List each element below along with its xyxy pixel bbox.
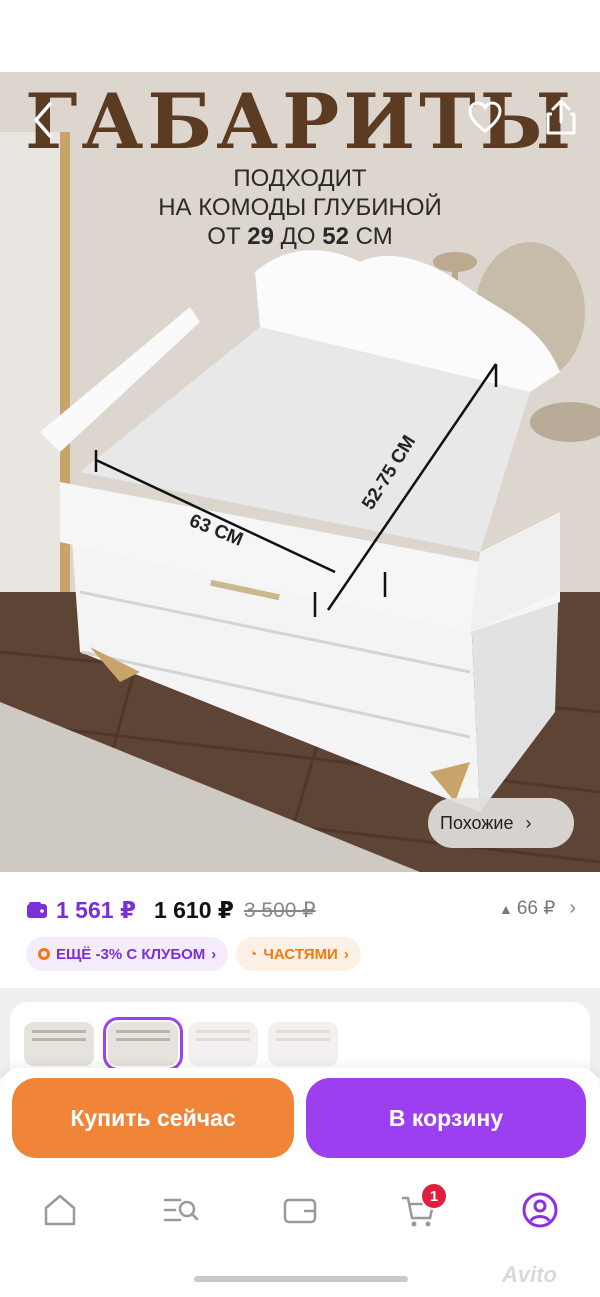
club-icon: [38, 948, 50, 960]
old-price: 3 500 ₽: [243, 898, 316, 922]
home-icon[interactable]: [40, 1190, 80, 1230]
profile-icon[interactable]: [520, 1190, 560, 1230]
hero-subtitle: ПОДХОДИТ НА КОМОДЫ ГЛУБИНОЙ ОТ 29 ДО 52 …: [0, 164, 600, 251]
current-price: 1 610 ₽: [153, 896, 234, 923]
promo-badges: ЕЩЁ -3% С КЛУБОМ › ◔ ЧАСТЯМИ ›: [26, 937, 361, 971]
chevron-right-icon: ›: [343, 945, 349, 963]
wallet-icon: [27, 902, 47, 918]
triangle-up-icon: ▲: [498, 900, 513, 917]
product-image-gallery[interactable]: ГАБАРИТЫ ПОДХОДИТ НА КОМОДЫ ГЛУБИНОЙ ОТ …: [0, 72, 600, 872]
home-indicator: [194, 1276, 408, 1282]
status-bar: [0, 0, 600, 72]
product-page: ГАБАРИТЫ ПОДХОДИТ НА КОМОДЫ ГЛУБИНОЙ ОТ …: [0, 0, 600, 1297]
variant-thumbnail[interactable]: [268, 1022, 338, 1066]
price-row: 1 561 ₽ 1 610 ₽ 3 500 ₽ ▲ 66 ₽ ›: [26, 895, 576, 925]
favorite-heart-icon[interactable]: [467, 100, 503, 136]
wallet-price: 1 561 ₽: [56, 896, 136, 923]
installments-badge[interactable]: ◔ ЧАСТЯМИ ›: [236, 937, 361, 971]
add-to-cart-button[interactable]: В корзину: [306, 1078, 586, 1158]
chevron-right-icon: ›: [211, 945, 217, 963]
buy-now-button[interactable]: Купить сейчас: [12, 1078, 294, 1158]
variant-thumbnail[interactable]: [188, 1022, 258, 1066]
share-icon[interactable]: [544, 98, 578, 136]
chevron-right-icon: ›: [525, 812, 532, 833]
chevron-right-icon: ›: [569, 897, 576, 919]
variant-thumbnail[interactable]: [24, 1022, 94, 1066]
catalog-search-icon[interactable]: [160, 1190, 200, 1230]
wallet-tab-icon[interactable]: [280, 1190, 320, 1230]
price-change-info[interactable]: ▲ 66 ₽ ›: [499, 897, 576, 920]
hero-subtitle-line2: НА КОМОДЫ ГЛУБИНОЙ: [158, 194, 442, 221]
avito-watermark: Avito: [502, 1262, 557, 1287]
hero-subtitle-line3: ОТ 29 ДО 52 СМ: [207, 223, 393, 250]
hero-title: ГАБАРИТЫ: [24, 77, 576, 166]
hero-subtitle-line1: ПОДХОДИТ: [233, 165, 367, 192]
back-icon[interactable]: [26, 100, 60, 140]
variant-thumbnail-selected[interactable]: [103, 1017, 183, 1071]
pie-chart-icon: ◔: [248, 945, 258, 963]
cart-count-badge: 1: [420, 1182, 448, 1210]
similar-items-button[interactable]: Похожие ›: [428, 798, 574, 848]
club-discount-badge[interactable]: ЕЩЁ -3% С КЛУБОМ ›: [26, 937, 229, 971]
